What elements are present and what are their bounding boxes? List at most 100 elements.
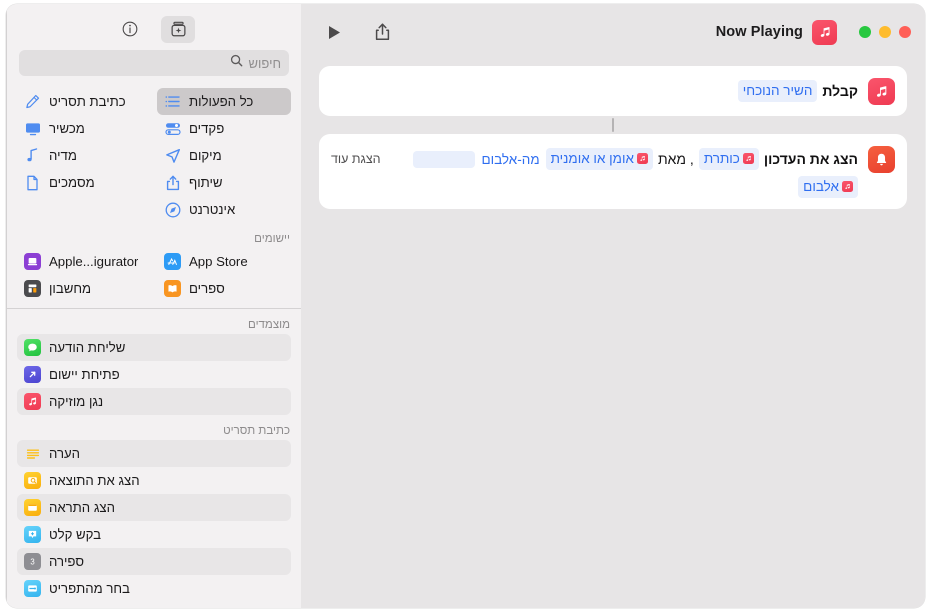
list-item-label: הצג התראה [49,500,115,515]
list-item-open-app[interactable]: פתיחת יישום [17,361,291,388]
controls-icon [164,120,181,137]
svg-text:3: 3 [30,557,34,566]
search-icon [230,54,243,72]
app-window: Now Playing קבלת השיר הנוכחי הצג את העדכ… [6,4,925,608]
actions-sidebar: חיפוש כל הפעולות כתיבת תסריט פקדים מכשיר… [6,4,301,608]
parameter-token-current-song[interactable]: השיר הנוכחי [737,80,818,102]
sidebar-item-internet[interactable]: אינטרנט [157,196,291,223]
sidebar-item-sharing[interactable]: שיתוף [157,169,291,196]
sidebar-item-all-actions[interactable]: כל הפעולות [157,88,291,115]
zoom-button[interactable] [859,26,871,38]
script-icon [24,93,41,110]
messages-icon [24,339,41,356]
sidebar-item-device[interactable]: מכשיר [17,115,151,142]
list-item-label: פתיחת יישום [49,367,120,382]
page-title: Now Playing [715,24,803,40]
list-item-comment[interactable]: הערה [17,440,291,467]
search-container: חיפוש [7,50,301,76]
token-label: השיר הנוכחי [742,83,813,98]
list-item-label: הערה [49,446,81,461]
sidebar-item-label: מסמכים [49,175,95,190]
sidebar-item-scripting[interactable]: כתיבת תסריט [17,88,151,115]
list-item[interactable]: מחשבון [17,275,151,302]
search-placeholder: חיפוש [248,55,281,71]
workflow-editor-panel: Now Playing קבלת השיר הנוכחי הצג את העדכ… [301,4,925,608]
window-traffic-lights[interactable] [859,26,911,38]
categories-grid: כל הפעולות כתיבת תסריט פקדים מכשיר מיקום… [7,76,301,223]
list-item-label: מחשבון [49,281,92,296]
card-connector [319,116,907,134]
show-alert-icon [24,499,41,516]
music-note-icon [24,147,41,164]
sidebar-item-label: שיתוף [189,175,223,190]
list-item-show-alert[interactable]: הצג התראה [17,494,291,521]
list-item-ask-for-input[interactable]: בקש קלט [17,521,291,548]
card-line-tokens: הצג את העדכון כותרת , מאת אומן או אומנית… [413,148,858,170]
sidebar-item-label: כל הפעולות [189,94,254,109]
connector-line [612,118,614,132]
from-album-text: מה-אלבום [481,151,540,167]
list-item[interactable]: ספרים [157,275,291,302]
token-label: כותרת [703,151,740,166]
parameter-token-album[interactable]: אלבום [798,176,858,198]
action-card-get-current-song[interactable]: קבלת השיר הנוכחי [319,66,907,116]
apple-configurator-icon [24,253,41,270]
card-body: הצג את העדכון כותרת , מאת אומן או אומנית… [331,145,858,198]
workflow-canvas[interactable]: קבלת השיר הנוכחי הצג את העדכון כותרת , מ… [301,60,925,608]
document-icon [24,174,41,191]
sidebar-item-media[interactable]: מדיה [17,142,151,169]
search-input[interactable]: חיפוש [19,50,289,76]
list-item[interactable]: App Store [157,248,291,275]
location-arrow-icon [164,147,181,164]
count-icon: 3 [24,553,41,570]
list-item-label: שליחת הודעה [49,340,126,355]
parameter-token-title[interactable]: כותרת [698,148,759,170]
list-icon [164,93,181,110]
comment-icon [24,445,41,462]
shortcut-title-group[interactable]: Now Playing [715,19,837,45]
list-item-choose-from-menu[interactable]: בחר מהתפריט [17,575,291,602]
card-line: קבלת השיר הנוכחי [331,80,858,102]
show-result-icon [24,472,41,489]
list-item-label: Apple...igurator [49,254,139,269]
sidebar-item-label: פקדים [189,121,225,136]
ask-for-input-icon [24,526,41,543]
music-icon [24,393,41,410]
list-item-label: הצג את התוצאה [49,473,140,488]
parameter-token-artist[interactable]: אומן או אומנית [545,148,653,170]
list-item-label: ספירה [49,554,84,569]
show-more-button[interactable]: הצגת עוד [331,150,385,169]
open-app-icon [24,366,41,383]
sidebar-item-controls[interactable]: פקדים [157,115,291,142]
info-button[interactable] [113,16,147,43]
add-action-button[interactable] [161,15,195,43]
card-icon-wrap [868,78,895,105]
card-line: הצג את העדכון כותרת , מאת אומן או אומנית… [331,148,858,170]
connector-text: , מאת [657,150,694,167]
token-label: אלבום [803,179,839,194]
list-item[interactable]: Apple...igurator [17,248,151,275]
pinned-list: שליחת הודעה פתיחת יישום נגן מוזיקה [7,334,301,415]
token-label: אומן או אומנית [550,151,634,166]
list-item-count[interactable]: 3 ספירה [17,548,291,575]
action-verb: קבלת [822,82,858,99]
close-button[interactable] [899,26,911,38]
share-button[interactable] [367,18,397,46]
sidebar-item-location[interactable]: מיקום [157,142,291,169]
list-item-play-music[interactable]: נגן מוזיקה [17,388,291,415]
bell-icon [868,146,895,173]
choose-from-menu-icon [24,580,41,597]
play-shortcut-button[interactable] [319,18,349,46]
apps-list[interactable]: App Store Apple...igurator ספרים מחשבון [7,248,301,306]
sidebar-item-documents[interactable]: מסמכים [17,169,151,196]
books-icon [164,280,181,297]
minimize-button[interactable] [879,26,891,38]
action-card-show-notification[interactable]: הצג את העדכון כותרת , מאת אומן או אומנית… [319,134,907,209]
list-item-send-message[interactable]: שליחת הודעה [17,334,291,361]
list-bottom-pad [17,602,291,608]
list-item-show-result[interactable]: הצג את התוצאה [17,467,291,494]
safari-compass-icon [164,201,181,218]
calculator-icon [24,280,41,297]
sidebar-item-label: מיקום [189,148,222,163]
parameter-drop-slot[interactable] [413,150,476,168]
